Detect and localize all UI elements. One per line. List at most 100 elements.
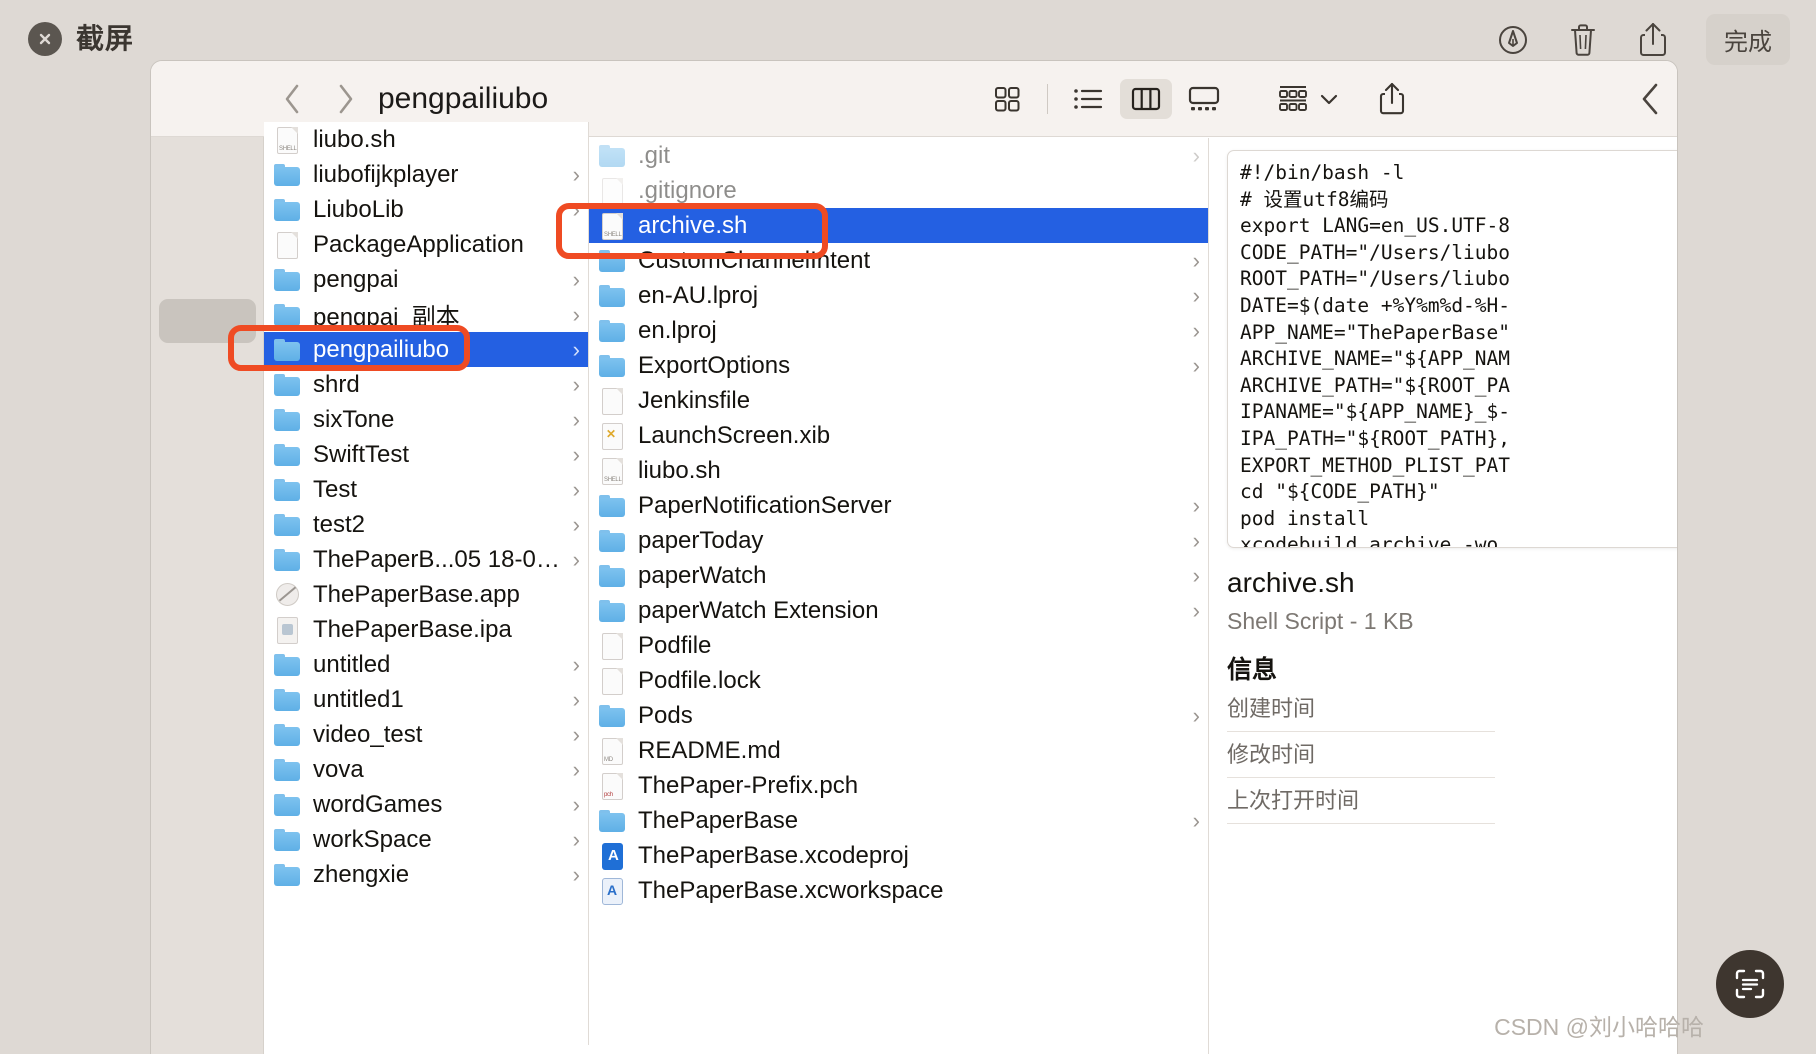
- file-row[interactable]: ✕ LaunchScreen.xib: [589, 418, 1208, 453]
- column-view-button[interactable]: [1120, 79, 1172, 119]
- disclosure-chevron-icon: ›: [1192, 247, 1200, 273]
- script-preview-text: #!/bin/bash -l # 设置utf8编码 export LANG=en…: [1240, 161, 1511, 548]
- file-row[interactable]: .git ›: [589, 138, 1208, 173]
- share-button[interactable]: [1630, 17, 1676, 63]
- disclosure-chevron-icon: ›: [572, 406, 580, 432]
- file-row[interactable]: test2 ›: [264, 507, 588, 542]
- file-row[interactable]: shrd ›: [264, 367, 588, 402]
- finder-share-button[interactable]: [1369, 76, 1415, 122]
- file-name-label: Podfile.lock: [638, 666, 761, 694]
- disclosure-chevron-icon: ›: [572, 546, 580, 572]
- file-row[interactable]: pengpai_副本 ›: [264, 297, 588, 332]
- chevron-right-icon: [339, 84, 353, 114]
- shell-script-icon: SHELL: [599, 211, 625, 241]
- file-row[interactable]: SwiftTest ›: [264, 437, 588, 472]
- file-row[interactable]: pengpai ›: [264, 262, 588, 297]
- group-by-icon: [1279, 86, 1307, 111]
- file-row[interactable]: A ThePaperBase.xcodeproj: [589, 838, 1208, 873]
- file-row[interactable]: paperToday ›: [589, 523, 1208, 558]
- folder-icon: [599, 281, 625, 311]
- file-row[interactable]: ExportOptions ›: [589, 348, 1208, 383]
- file-row[interactable]: Pods ›: [589, 698, 1208, 733]
- file-row[interactable]: en-AU.lproj ›: [589, 278, 1208, 313]
- file-row[interactable]: workSpace ›: [264, 822, 588, 857]
- file-row[interactable]: Podfile: [589, 628, 1208, 663]
- file-row[interactable]: Jenkinsfile: [589, 383, 1208, 418]
- info-section-title: 信息: [1227, 656, 1278, 684]
- folder-icon: [274, 370, 300, 400]
- file-name-label: liubo.sh: [313, 125, 396, 153]
- file-row[interactable]: ThePaperBase ›: [589, 803, 1208, 838]
- file-row[interactable]: MD README.md: [589, 733, 1208, 768]
- file-row[interactable]: untitled1 ›: [264, 682, 588, 717]
- column-current-folder[interactable]: .git › .gitignore SHELL archive.sh CustomChan…: [589, 138, 1209, 1054]
- column-parent-folder[interactable]: SHELL liubo.sh liubofijkplayer › LiuboLib › Pa…: [264, 122, 589, 1045]
- window-title: 截屏: [76, 23, 135, 54]
- file-row[interactable]: pengpailiubo ›: [264, 332, 588, 367]
- folder-icon: [599, 701, 625, 731]
- file-name-label: shrd: [313, 370, 360, 398]
- file-name-label: LaunchScreen.xib: [638, 421, 831, 449]
- group-by-button[interactable]: [1276, 84, 1339, 114]
- column-browser: SHELL liubo.sh liubofijkplayer › LiuboLib › Pa…: [264, 122, 1677, 1054]
- list-view-button[interactable]: [1062, 79, 1114, 119]
- toolbar-overflow-button[interactable]: [1637, 61, 1677, 137]
- generic-file-icon: [599, 176, 625, 206]
- markup-button[interactable]: [1490, 17, 1536, 63]
- file-row[interactable]: paperWatch Extension ›: [589, 593, 1208, 628]
- file-row[interactable]: SHELL liubo.sh: [589, 453, 1208, 488]
- file-row[interactable]: Test ›: [264, 472, 588, 507]
- file-name-label: ThePaper-Prefix.pch: [638, 771, 859, 799]
- disclosure-chevron-icon: ›: [1192, 702, 1200, 728]
- info-row-last-opened: 上次打开时间: [1227, 778, 1495, 824]
- generic-file-icon: [599, 631, 625, 661]
- generic-file-icon: [599, 666, 625, 696]
- folder-icon: [599, 246, 625, 276]
- file-row[interactable]: SHELL archive.sh: [589, 208, 1208, 243]
- icon-view-button[interactable]: [981, 79, 1033, 119]
- file-name-label: paperToday: [638, 526, 764, 554]
- folder-icon: [274, 790, 300, 820]
- watermark-text: CSDN @刘小哈哈哈: [1494, 1014, 1704, 1040]
- gallery-view-button[interactable]: [1178, 79, 1230, 119]
- folder-icon: [599, 526, 625, 556]
- file-row[interactable]: A ThePaperBase.xcworkspace: [589, 873, 1208, 908]
- disclosure-chevron-icon: ›: [1192, 492, 1200, 518]
- file-row[interactable]: ThePaperBase.app: [264, 577, 588, 612]
- file-row[interactable]: ThePaperB...05 18-01-31 ›: [264, 542, 588, 577]
- file-row[interactable]: pch ThePaper-Prefix.pch: [589, 768, 1208, 803]
- xib-file-icon: ✕: [599, 421, 625, 451]
- chevron-left-icon: [1642, 83, 1658, 115]
- delete-button[interactable]: [1560, 17, 1606, 63]
- file-row[interactable]: Podfile.lock: [589, 663, 1208, 698]
- done-button[interactable]: 完成: [1706, 14, 1790, 65]
- file-name-label: untitled1: [313, 685, 404, 713]
- file-row[interactable]: .gitignore: [589, 173, 1208, 208]
- file-row[interactable]: wordGames ›: [264, 787, 588, 822]
- forward-button[interactable]: [333, 82, 359, 116]
- file-row[interactable]: vova ›: [264, 752, 588, 787]
- file-row[interactable]: paperWatch ›: [589, 558, 1208, 593]
- text-scan-button[interactable]: [1716, 950, 1784, 1018]
- file-row[interactable]: PackageApplication: [264, 227, 588, 262]
- xcworkspace-icon: A: [599, 876, 625, 906]
- file-row[interactable]: untitled ›: [264, 647, 588, 682]
- file-name-label: ThePaperB...05 18-01-31: [313, 545, 565, 573]
- file-row[interactable]: PaperNotificationServer ›: [589, 488, 1208, 523]
- file-row[interactable]: en.lproj ›: [589, 313, 1208, 348]
- info-row-modified: 修改时间: [1227, 732, 1495, 778]
- file-row[interactable]: ThePaperBase.ipa: [264, 612, 588, 647]
- close-button[interactable]: [28, 22, 62, 56]
- file-name-label: liubo.sh: [638, 456, 721, 484]
- sidebar-selected-item[interactable]: [159, 299, 256, 343]
- file-row[interactable]: video_test ›: [264, 717, 588, 752]
- file-row[interactable]: liubofijkplayer ›: [264, 157, 588, 192]
- file-row[interactable]: CustomChannelIntent ›: [589, 243, 1208, 278]
- file-row[interactable]: zhengxie ›: [264, 857, 588, 892]
- finder-sidebar: [151, 61, 264, 1054]
- info-row-created: 创建时间: [1227, 686, 1495, 732]
- file-row[interactable]: sixTone ›: [264, 402, 588, 437]
- file-row[interactable]: SHELL liubo.sh: [264, 122, 588, 157]
- back-button[interactable]: [279, 82, 305, 116]
- file-row[interactable]: LiuboLib ›: [264, 192, 588, 227]
